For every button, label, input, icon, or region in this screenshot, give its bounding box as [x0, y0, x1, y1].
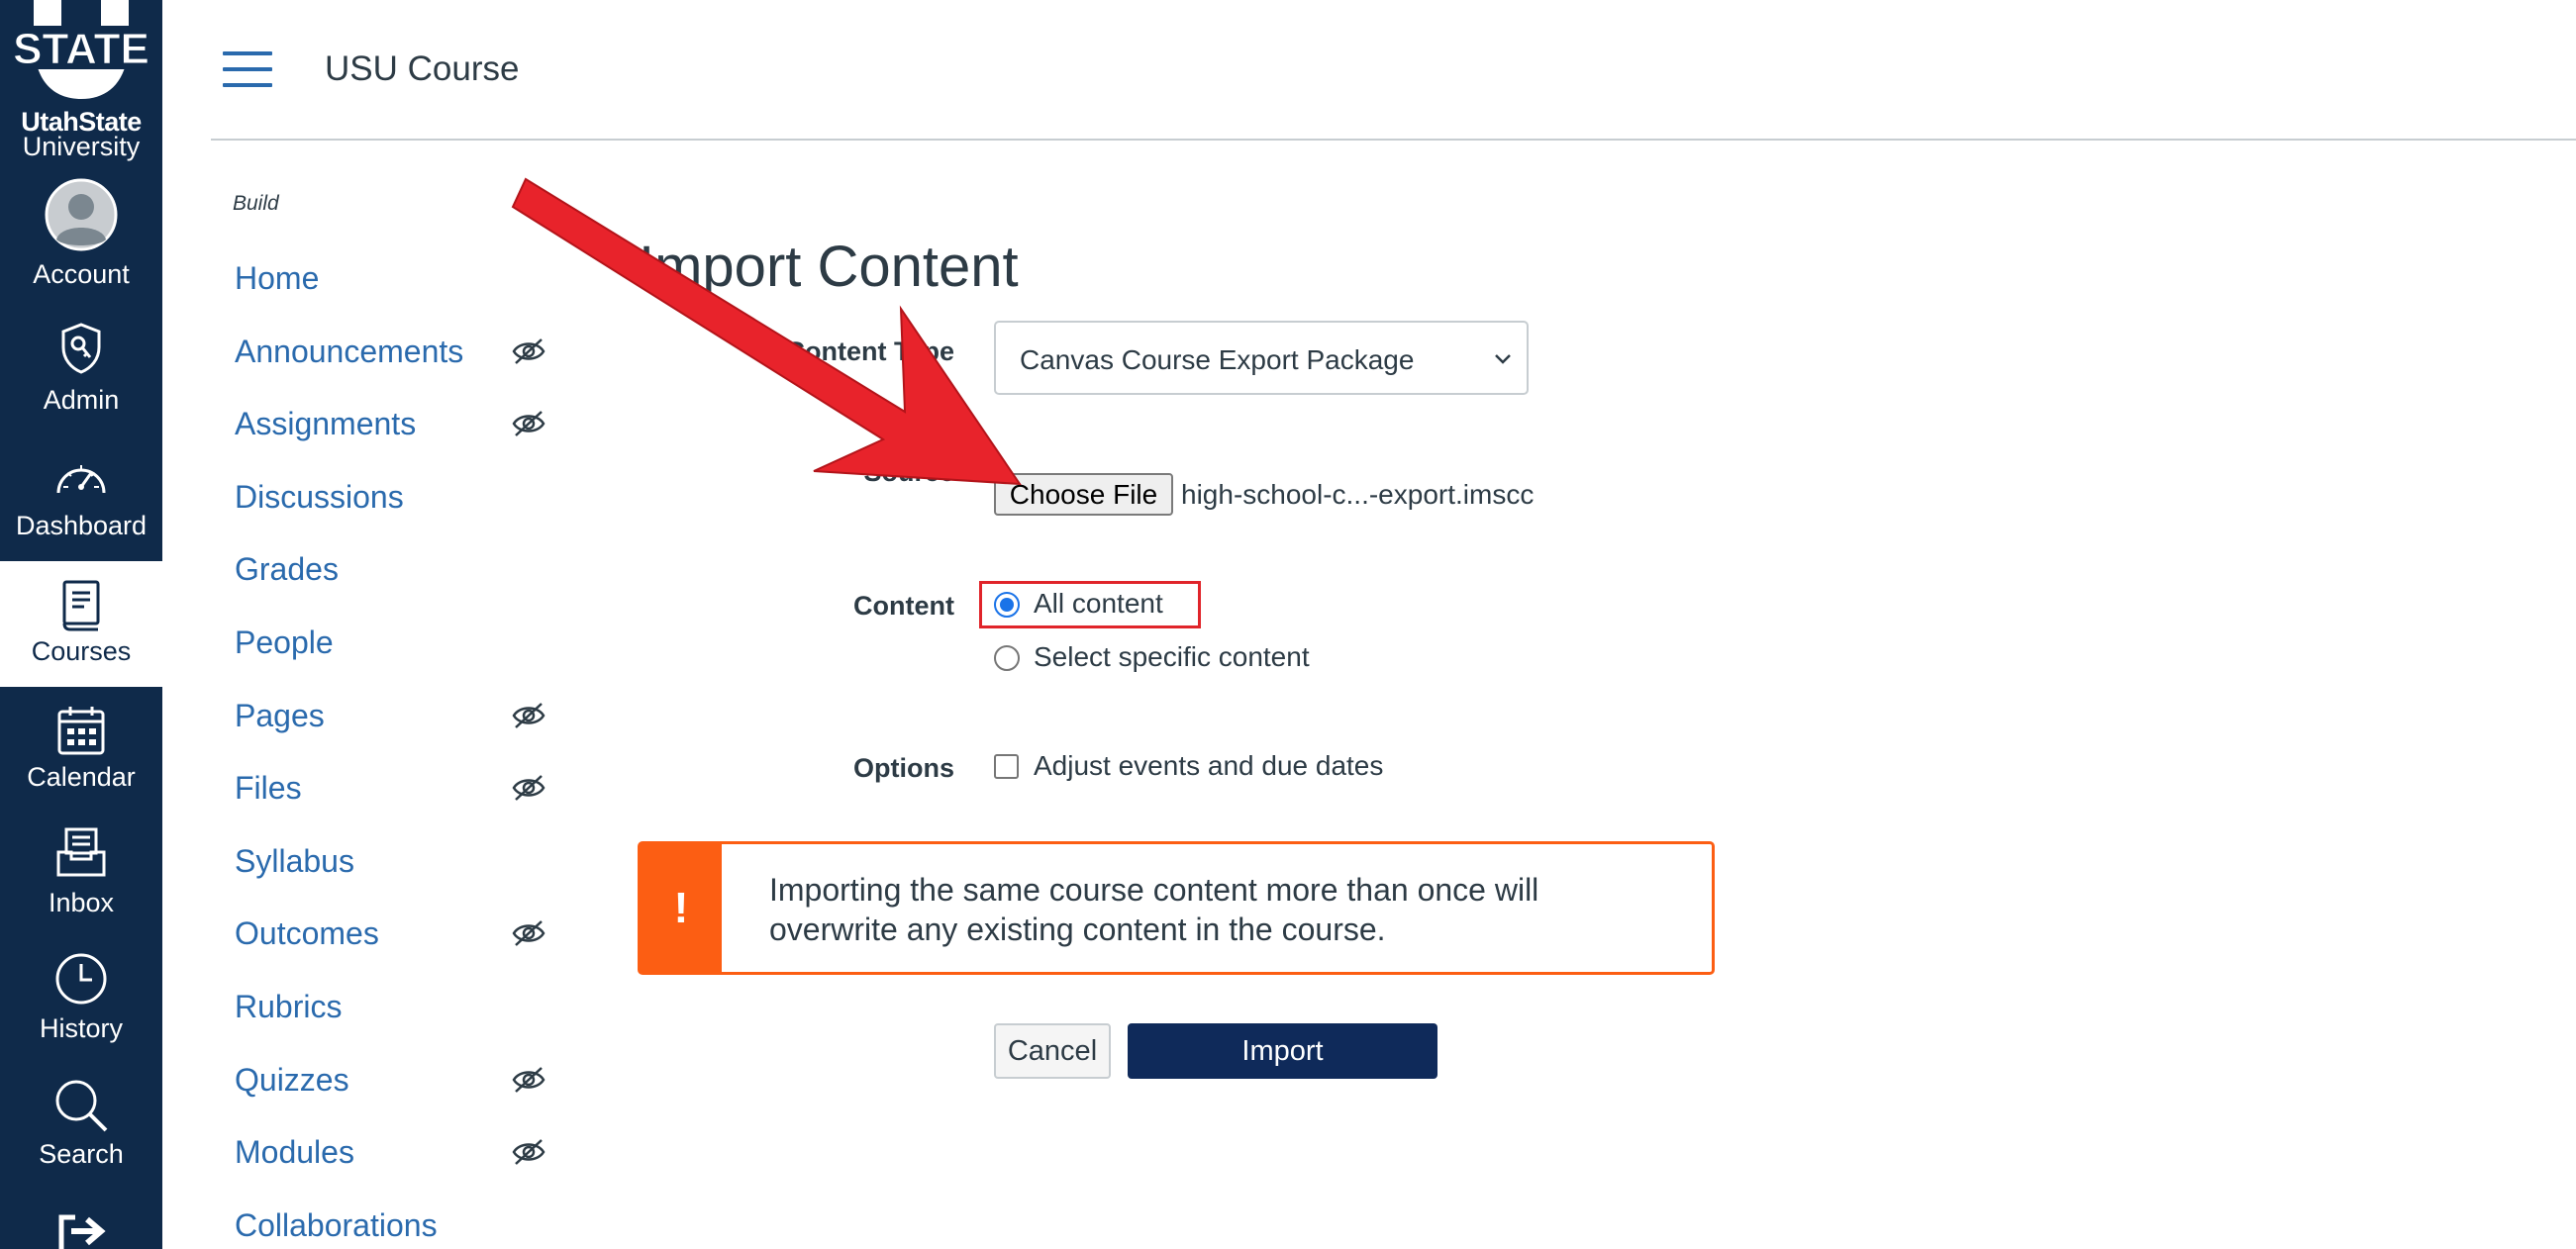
global-nav-label: Search [39, 1139, 124, 1169]
magnifier-icon [55, 1080, 108, 1132]
cancel-button[interactable]: Cancel [994, 1023, 1111, 1079]
course-nav-syllabus[interactable]: Syllabus [223, 835, 549, 895]
hidden-eye-icon [512, 338, 545, 364]
page-title: Import Content [639, 235, 1019, 299]
avatar-icon [45, 178, 118, 251]
adjust-dates-label[interactable]: Adjust events and due dates [1034, 750, 1383, 782]
global-nav-label: Dashboard [15, 511, 148, 540]
options-label: Options [853, 753, 954, 783]
global-nav-label: Account [33, 259, 130, 289]
global-nav-logout[interactable] [0, 1190, 162, 1249]
select-specific-content-radio[interactable] [994, 645, 1020, 671]
global-nav-label: History [39, 1013, 123, 1043]
selected-file-name: high-school-c...-export.imscc [1181, 479, 1535, 510]
global-nav-label: Admin [43, 385, 120, 415]
book-icon [62, 580, 100, 631]
hidden-eye-icon [512, 411, 545, 436]
global-nav-inbox[interactable]: Inbox [0, 813, 162, 938]
course-nav-pages[interactable]: Pages [223, 690, 549, 749]
global-navigation: STATE UtahState University Account Admin… [0, 0, 162, 1249]
global-nav-dashboard[interactable]: Dashboard [0, 416, 162, 541]
calendar-icon [57, 707, 105, 755]
adjust-dates-checkbox[interactable] [994, 754, 1019, 779]
warning-icon: ! [641, 844, 722, 972]
course-nav-home[interactable]: Home [223, 252, 549, 312]
global-nav-history[interactable]: History [0, 938, 162, 1064]
content-type-label: Content Type [785, 336, 955, 366]
state-u-logo-icon: STATE [14, 0, 149, 99]
hidden-eye-icon [512, 703, 545, 728]
course-nav-modules[interactable]: Modules [223, 1126, 549, 1186]
course-nav-label: People [235, 624, 334, 660]
course-nav-people[interactable]: People [223, 617, 549, 676]
global-nav-label: Inbox [48, 888, 115, 917]
clock-icon [55, 953, 107, 1005]
course-nav-label: Collaborations [235, 1207, 438, 1243]
course-nav-quizzes[interactable]: Quizzes [223, 1054, 549, 1113]
course-nav-rubrics[interactable]: Rubrics [223, 981, 549, 1040]
logout-icon [58, 1214, 106, 1249]
course-nav-label: Announcements [235, 334, 464, 369]
shield-key-icon [61, 323, 101, 374]
course-nav-label: Home [235, 260, 320, 296]
course-nav-label: Modules [235, 1134, 354, 1170]
source-label: Source [863, 457, 954, 487]
content-type-select[interactable]: Canvas Course Export Package [994, 321, 1529, 395]
course-nav-label: Discussions [235, 479, 404, 515]
course-nav-discussions[interactable]: Discussions [223, 471, 549, 530]
global-nav-account[interactable]: Account [0, 164, 162, 290]
course-nav-label: Outcomes [235, 915, 379, 951]
course-nav-label: Syllabus [235, 843, 354, 879]
course-nav-collaborations[interactable]: Collaborations [223, 1200, 549, 1249]
course-nav-label: Rubrics [235, 989, 343, 1024]
course-nav-label: Files [235, 770, 302, 806]
choose-file-button[interactable]: Choose File [994, 473, 1173, 516]
course-nav-label: Grades [235, 551, 339, 587]
global-nav-calendar[interactable]: Calendar [0, 687, 162, 813]
course-nav-label: Pages [235, 698, 325, 733]
global-nav-admin[interactable]: Admin [0, 290, 162, 416]
hidden-eye-icon [512, 775, 545, 801]
university-name-line2: University [22, 132, 141, 161]
speedometer-icon [56, 465, 106, 494]
annotation-highlight-box [979, 581, 1201, 628]
usu-logo[interactable]: STATE UtahState University [0, 0, 162, 164]
nav-section-label: Build [233, 192, 279, 215]
course-nav-outcomes[interactable]: Outcomes [223, 908, 549, 967]
warning-alert: ! Importing the same course content more… [638, 841, 1715, 975]
course-nav-label: Assignments [235, 406, 417, 441]
global-nav-courses[interactable]: Courses [0, 561, 162, 687]
course-nav-label: Quizzes [235, 1062, 349, 1098]
hamburger-menu-icon[interactable] [223, 51, 272, 87]
inbox-icon [56, 827, 106, 877]
chevron-down-icon [1495, 354, 1511, 364]
content-label: Content [853, 591, 954, 621]
select-specific-content-label[interactable]: Select specific content [1034, 641, 1310, 673]
global-nav-label: Courses [31, 636, 132, 666]
course-title[interactable]: USU Course [325, 49, 519, 89]
hidden-eye-icon [512, 920, 545, 946]
hidden-eye-icon [512, 1067, 545, 1093]
course-nav-announcements[interactable]: Announcements [223, 326, 549, 385]
course-nav-assignments[interactable]: Assignments [223, 398, 549, 457]
svg-text:STATE: STATE [14, 25, 149, 73]
warning-text: Importing the same course content more t… [769, 872, 1539, 947]
import-button[interactable]: Import [1128, 1023, 1437, 1079]
course-nav-grades[interactable]: Grades [223, 543, 549, 603]
global-nav-search[interactable]: Search [0, 1064, 162, 1190]
course-nav-files[interactable]: Files [223, 762, 549, 821]
course-header: USU Course [211, 0, 2576, 141]
content-type-value: Canvas Course Export Package [1020, 344, 1415, 375]
hidden-eye-icon [512, 1139, 545, 1165]
global-nav-label: Calendar [27, 762, 136, 792]
